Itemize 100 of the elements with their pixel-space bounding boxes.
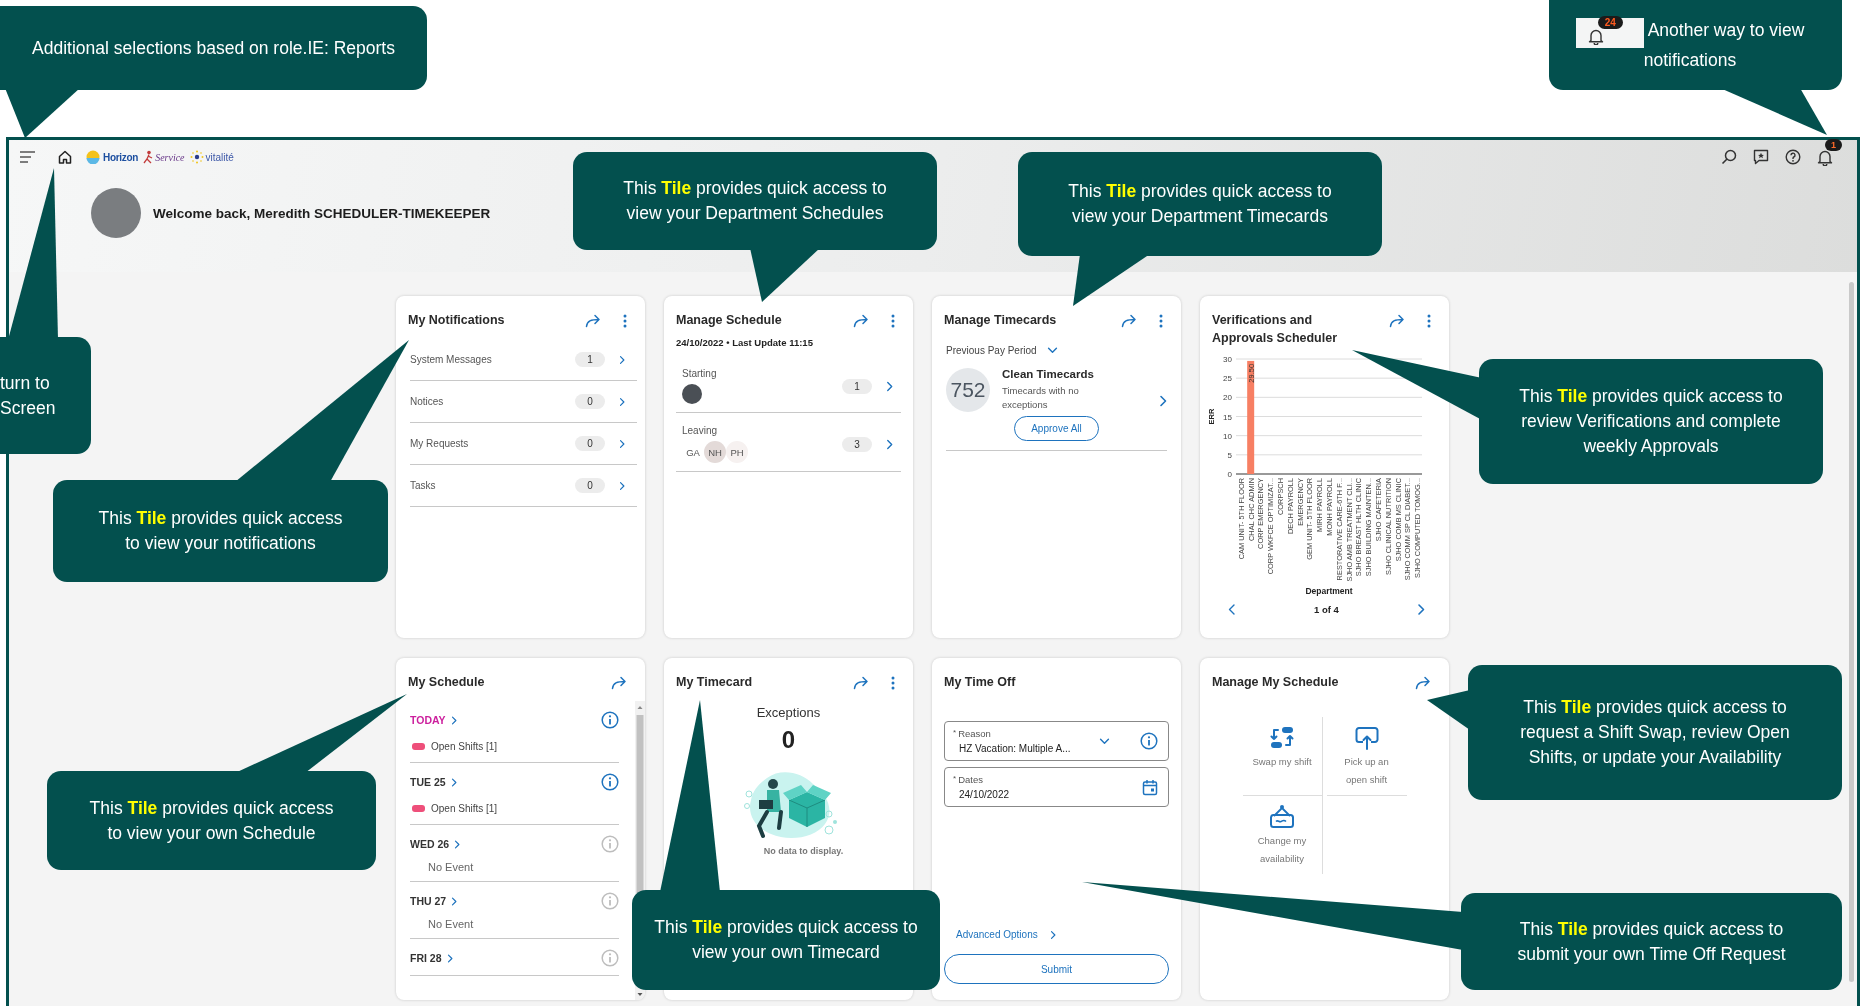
info-icon[interactable] xyxy=(601,773,619,791)
select-field[interactable]: * Reason HZ Vacation: Multiple A... xyxy=(944,721,1169,761)
chevron-right-icon[interactable] xyxy=(619,354,625,365)
empty-state-text: No data to display. xyxy=(762,846,844,856)
calendar-icon[interactable] xyxy=(1142,778,1158,796)
chat-star-icon[interactable] xyxy=(1753,149,1769,165)
axis-tick-label: 0 xyxy=(1227,470,1232,479)
chevron-down-icon[interactable] xyxy=(1046,347,1058,354)
exceptions-label: Exceptions xyxy=(756,705,821,720)
chevron-right-icon[interactable] xyxy=(450,777,457,787)
swap-arrows-icon xyxy=(1268,725,1296,751)
action-label[interactable]: Swap my shift xyxy=(1251,753,1313,771)
screen-up-arrow-icon xyxy=(1353,725,1380,751)
day-label[interactable]: WED 26 xyxy=(410,838,450,850)
no-event-text: No Event xyxy=(427,917,475,930)
pay-period-dropdown[interactable]: Previous Pay Period xyxy=(946,345,1037,356)
field-value: HZ Vacation: Multiple A... xyxy=(958,743,1072,754)
open-arrow-icon[interactable] xyxy=(1415,676,1431,690)
initials-avatar: PH xyxy=(726,441,748,463)
no-event-text: No Event xyxy=(427,860,475,873)
axis-tick-label: 10 xyxy=(1223,431,1232,441)
list-item-label[interactable]: System Messages xyxy=(410,354,575,365)
count-badge: 1 xyxy=(575,352,605,367)
callout-text: Additional selections based on role.IE: Reports xyxy=(32,36,395,60)
info-icon[interactable] xyxy=(1140,732,1158,750)
chevron-right-icon[interactable] xyxy=(454,839,461,849)
required-mark: * xyxy=(953,774,957,783)
page-indicator: 1 of 4 xyxy=(1314,604,1339,615)
action-label[interactable]: Pick up an open shift xyxy=(1335,753,1398,789)
chevron-right-icon[interactable] xyxy=(886,380,893,392)
day-label[interactable]: TODAY xyxy=(410,714,446,726)
chevron-right-icon[interactable] xyxy=(451,896,458,906)
callout-text: This Tile provides quick access to review Verifications and complete weekly Approvals xyxy=(1518,385,1784,458)
list-item-label[interactable]: My Requests xyxy=(410,438,575,449)
search-icon[interactable] xyxy=(1721,149,1737,165)
tile-subtitle: 24/10/2022 • Last Update 11:15 xyxy=(675,336,814,348)
approve-all-button[interactable]: Approve All xyxy=(1014,416,1099,441)
callout-text: This Tile provides quick access to submit your own Time Off Request xyxy=(1516,917,1787,966)
more-menu-icon[interactable] xyxy=(623,314,627,328)
day-label[interactable]: THU 27 xyxy=(410,895,447,907)
chevron-right-icon[interactable] xyxy=(1417,603,1425,616)
chevron-right-icon[interactable] xyxy=(450,715,457,725)
action-label[interactable]: Change my availability xyxy=(1251,832,1313,868)
figure-logo-icon xyxy=(143,150,154,164)
exceptions-count: 0 xyxy=(781,726,796,754)
open-arrow-icon[interactable] xyxy=(853,314,869,328)
tile-title: Verifications and Approvals Scheduler xyxy=(1212,312,1339,347)
more-menu-icon[interactable] xyxy=(1427,314,1431,328)
chevron-down-icon[interactable] xyxy=(1099,737,1110,745)
info-icon[interactable] xyxy=(601,711,619,729)
tile-title: My Notifications xyxy=(408,312,506,329)
home-icon[interactable] xyxy=(57,149,73,165)
count-badge: 0 xyxy=(575,436,605,451)
callout-text: turn to Screen xyxy=(0,371,57,420)
more-menu-icon[interactable] xyxy=(891,314,895,328)
count-badge: 0 xyxy=(575,394,605,409)
date-field[interactable]: * Dates 24/10/2022 xyxy=(944,767,1169,807)
axis-tick-label: 30 xyxy=(1223,355,1232,364)
callout-text: Another way to view notifications xyxy=(1643,19,1805,70)
callout-text: This Tile provides quick access to request a Shift Swap, review Open Shifts, or update your Availability xyxy=(1519,696,1791,769)
bell-icon[interactable] xyxy=(1817,148,1833,166)
tile-title: Manage Timecards xyxy=(944,312,1058,329)
tile-title: Manage Schedule xyxy=(676,312,783,329)
list-item-label[interactable]: Notices xyxy=(410,396,575,407)
open-arrow-icon[interactable] xyxy=(585,314,601,328)
more-menu-icon[interactable] xyxy=(1159,314,1163,328)
brand-logo-text: vitalité xyxy=(205,151,234,163)
axis-title: Department xyxy=(1305,586,1353,596)
chevron-right-icon[interactable] xyxy=(1049,929,1056,940)
chevron-right-icon[interactable] xyxy=(446,953,453,963)
advanced-options-link[interactable]: Advanced Options xyxy=(944,929,1056,940)
hanging-sign-icon xyxy=(1268,804,1296,830)
group-label: Leaving xyxy=(682,425,719,436)
submit-button[interactable]: Submit xyxy=(944,954,1169,984)
axis-tick-label: 25 xyxy=(1223,374,1232,384)
chevron-right-icon[interactable] xyxy=(619,480,625,491)
field-label: Reason xyxy=(958,728,991,739)
chevron-right-icon[interactable] xyxy=(886,438,893,450)
chevron-right-icon[interactable] xyxy=(619,396,625,407)
axis-tick-label: 5 xyxy=(1227,450,1232,460)
chevron-left-icon[interactable] xyxy=(1228,603,1236,616)
open-arrow-icon[interactable] xyxy=(1389,314,1405,328)
axis-tick-label: 20 xyxy=(1223,393,1232,403)
required-mark: * xyxy=(953,728,957,737)
notification-badge: 1 xyxy=(1825,138,1842,151)
list-item-label[interactable]: Tasks xyxy=(410,480,575,491)
open-arrow-icon[interactable] xyxy=(611,676,627,690)
day-label[interactable]: FRI 28 xyxy=(410,952,442,964)
help-icon[interactable] xyxy=(1785,149,1801,165)
callout-text: This Tile provides quick access to view your own Timecard xyxy=(653,916,919,964)
menu-icon[interactable] xyxy=(19,150,37,164)
avatar-placeholder xyxy=(91,188,141,238)
open-arrow-icon[interactable] xyxy=(853,676,869,690)
more-menu-icon[interactable] xyxy=(891,676,895,690)
chevron-right-icon[interactable] xyxy=(619,438,625,449)
open-arrow-icon[interactable] xyxy=(1121,314,1137,328)
tile-title: My Schedule xyxy=(408,674,486,691)
day-label[interactable]: TUE 25 xyxy=(410,776,446,788)
chevron-right-icon[interactable] xyxy=(1159,394,1167,408)
page-scrollbar[interactable] xyxy=(1849,282,1854,982)
